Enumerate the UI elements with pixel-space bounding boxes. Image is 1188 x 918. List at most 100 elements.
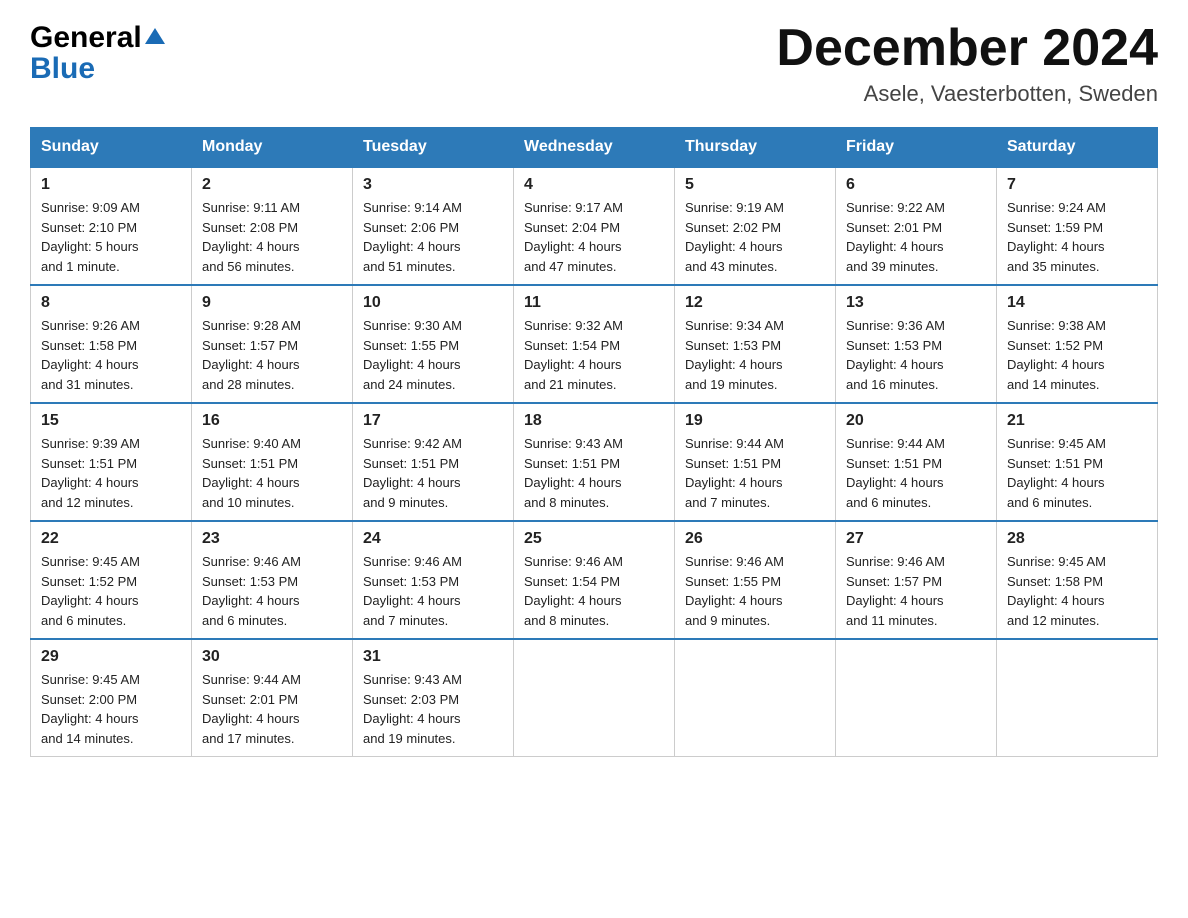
day-number: 5 xyxy=(685,176,825,194)
calendar-cell: 7 Sunrise: 9:24 AMSunset: 1:59 PMDaylight… xyxy=(997,167,1158,285)
col-header-thursday: Thursday xyxy=(675,128,836,168)
day-info: Sunrise: 9:09 AMSunset: 2:10 PMDaylight:… xyxy=(41,198,181,276)
day-info: Sunrise: 9:26 AMSunset: 1:58 PMDaylight:… xyxy=(41,316,181,394)
day-number: 6 xyxy=(846,176,986,194)
calendar-cell: 16 Sunrise: 9:40 AMSunset: 1:51 PMDayligh… xyxy=(192,403,353,521)
col-header-wednesday: Wednesday xyxy=(514,128,675,168)
col-header-monday: Monday xyxy=(192,128,353,168)
calendar-cell: 4 Sunrise: 9:17 AMSunset: 2:04 PMDaylight… xyxy=(514,167,675,285)
calendar-week-1: 1Sunrise: 9:09 AMSunset: 2:10 PMDaylight… xyxy=(31,167,1158,285)
day-number: 15 xyxy=(41,412,181,430)
calendar-cell: 28 Sunrise: 9:45 AMSunset: 1:58 PMDayligh… xyxy=(997,521,1158,639)
day-number: 19 xyxy=(685,412,825,430)
day-number: 10 xyxy=(363,294,503,312)
calendar-cell xyxy=(675,639,836,757)
col-header-sunday: Sunday xyxy=(31,128,192,168)
calendar-cell: 10Sunrise: 9:30 AMSunset: 1:55 PMDayligh… xyxy=(353,285,514,403)
calendar-cell: 22 Sunrise: 9:45 AMSunset: 1:52 PMDayligh… xyxy=(31,521,192,639)
calendar-cell: 8 Sunrise: 9:26 AMSunset: 1:58 PMDaylight… xyxy=(31,285,192,403)
day-number: 24 xyxy=(363,530,503,548)
day-info: Sunrise: 9:44 AMSunset: 1:51 PMDaylight:… xyxy=(685,434,825,512)
calendar-week-4: 22 Sunrise: 9:45 AMSunset: 1:52 PMDayligh… xyxy=(31,521,1158,639)
day-info: Sunrise: 9:14 AMSunset: 2:06 PMDaylight:… xyxy=(363,198,503,276)
day-info: Sunrise: 9:11 AMSunset: 2:08 PMDaylight:… xyxy=(202,198,342,276)
day-info: Sunrise: 9:43 AMSunset: 1:51 PMDaylight:… xyxy=(524,434,664,512)
calendar-cell: 29 Sunrise: 9:45 AMSunset: 2:00 PMDayligh… xyxy=(31,639,192,757)
logo-triangle-icon xyxy=(145,20,165,54)
header-row: SundayMondayTuesdayWednesdayThursdayFrid… xyxy=(31,128,1158,168)
calendar-cell: 3 Sunrise: 9:14 AMSunset: 2:06 PMDaylight… xyxy=(353,167,514,285)
calendar-cell: 1Sunrise: 9:09 AMSunset: 2:10 PMDaylight… xyxy=(31,167,192,285)
calendar-cell: 11 Sunrise: 9:32 AMSunset: 1:54 PMDayligh… xyxy=(514,285,675,403)
day-number: 3 xyxy=(363,176,503,194)
calendar-cell: 9Sunrise: 9:28 AMSunset: 1:57 PMDaylight… xyxy=(192,285,353,403)
day-number: 25 xyxy=(524,530,664,548)
logo: General Blue xyxy=(30,20,165,86)
logo-blue-text: Blue xyxy=(30,52,95,85)
calendar-cell: 30Sunrise: 9:44 AMSunset: 2:01 PMDayligh… xyxy=(192,639,353,757)
col-header-friday: Friday xyxy=(836,128,997,168)
day-number: 28 xyxy=(1007,530,1147,548)
day-info: Sunrise: 9:24 AMSunset: 1:59 PMDaylight:… xyxy=(1007,198,1147,276)
calendar-cell xyxy=(997,639,1158,757)
col-header-tuesday: Tuesday xyxy=(353,128,514,168)
calendar-cell: 14Sunrise: 9:38 AMSunset: 1:52 PMDayligh… xyxy=(997,285,1158,403)
day-info: Sunrise: 9:45 AMSunset: 1:58 PMDaylight:… xyxy=(1007,552,1147,630)
calendar-cell: 23Sunrise: 9:46 AMSunset: 1:53 PMDayligh… xyxy=(192,521,353,639)
calendar-cell: 2Sunrise: 9:11 AMSunset: 2:08 PMDaylight… xyxy=(192,167,353,285)
day-info: Sunrise: 9:46 AMSunset: 1:57 PMDaylight:… xyxy=(846,552,986,630)
day-number: 7 xyxy=(1007,176,1147,194)
logo-general-text: General xyxy=(30,21,142,55)
day-info: Sunrise: 9:44 AMSunset: 1:51 PMDaylight:… xyxy=(846,434,986,512)
day-number: 26 xyxy=(685,530,825,548)
day-info: Sunrise: 9:38 AMSunset: 1:52 PMDaylight:… xyxy=(1007,316,1147,394)
day-info: Sunrise: 9:34 AMSunset: 1:53 PMDaylight:… xyxy=(685,316,825,394)
calendar-cell: 18 Sunrise: 9:43 AMSunset: 1:51 PMDayligh… xyxy=(514,403,675,521)
day-info: Sunrise: 9:45 AMSunset: 1:52 PMDaylight:… xyxy=(41,552,181,630)
calendar-cell: 17Sunrise: 9:42 AMSunset: 1:51 PMDayligh… xyxy=(353,403,514,521)
calendar-week-3: 15 Sunrise: 9:39 AMSunset: 1:51 PMDayligh… xyxy=(31,403,1158,521)
calendar-cell xyxy=(514,639,675,757)
title-section: December 2024 Asele, Vaesterbotten, Swed… xyxy=(776,20,1158,107)
day-number: 22 xyxy=(41,530,181,548)
day-info: Sunrise: 9:39 AMSunset: 1:51 PMDaylight:… xyxy=(41,434,181,512)
calendar-week-5: 29 Sunrise: 9:45 AMSunset: 2:00 PMDayligh… xyxy=(31,639,1158,757)
calendar-cell: 15 Sunrise: 9:39 AMSunset: 1:51 PMDayligh… xyxy=(31,403,192,521)
day-number: 21 xyxy=(1007,412,1147,430)
day-info: Sunrise: 9:36 AMSunset: 1:53 PMDaylight:… xyxy=(846,316,986,394)
day-number: 13 xyxy=(846,294,986,312)
day-info: Sunrise: 9:32 AMSunset: 1:54 PMDaylight:… xyxy=(524,316,664,394)
day-number: 12 xyxy=(685,294,825,312)
day-info: Sunrise: 9:45 AMSunset: 2:00 PMDaylight:… xyxy=(41,670,181,748)
calendar-cell: 5 Sunrise: 9:19 AMSunset: 2:02 PMDaylight… xyxy=(675,167,836,285)
day-number: 16 xyxy=(202,412,342,430)
calendar-cell: 13 Sunrise: 9:36 AMSunset: 1:53 PMDayligh… xyxy=(836,285,997,403)
day-number: 8 xyxy=(41,294,181,312)
col-header-saturday: Saturday xyxy=(997,128,1158,168)
calendar-cell: 12 Sunrise: 9:34 AMSunset: 1:53 PMDayligh… xyxy=(675,285,836,403)
day-info: Sunrise: 9:17 AMSunset: 2:04 PMDaylight:… xyxy=(524,198,664,276)
day-number: 30 xyxy=(202,648,342,666)
page-header: General Blue December 2024 Asele, Vaeste… xyxy=(30,20,1158,107)
day-number: 18 xyxy=(524,412,664,430)
day-number: 11 xyxy=(524,294,664,312)
location-subtitle: Asele, Vaesterbotten, Sweden xyxy=(776,81,1158,107)
calendar-cell: 6 Sunrise: 9:22 AMSunset: 2:01 PMDaylight… xyxy=(836,167,997,285)
day-number: 29 xyxy=(41,648,181,666)
day-info: Sunrise: 9:40 AMSunset: 1:51 PMDaylight:… xyxy=(202,434,342,512)
calendar-table: SundayMondayTuesdayWednesdayThursdayFrid… xyxy=(30,127,1158,757)
calendar-cell: 26Sunrise: 9:46 AMSunset: 1:55 PMDayligh… xyxy=(675,521,836,639)
day-info: Sunrise: 9:46 AMSunset: 1:54 PMDaylight:… xyxy=(524,552,664,630)
calendar-cell: 19 Sunrise: 9:44 AMSunset: 1:51 PMDayligh… xyxy=(675,403,836,521)
day-info: Sunrise: 9:22 AMSunset: 2:01 PMDaylight:… xyxy=(846,198,986,276)
day-info: Sunrise: 9:28 AMSunset: 1:57 PMDaylight:… xyxy=(202,316,342,394)
calendar-cell: 21Sunrise: 9:45 AMSunset: 1:51 PMDayligh… xyxy=(997,403,1158,521)
day-info: Sunrise: 9:46 AMSunset: 1:53 PMDaylight:… xyxy=(202,552,342,630)
day-info: Sunrise: 9:19 AMSunset: 2:02 PMDaylight:… xyxy=(685,198,825,276)
day-info: Sunrise: 9:42 AMSunset: 1:51 PMDaylight:… xyxy=(363,434,503,512)
calendar-cell xyxy=(836,639,997,757)
month-title: December 2024 xyxy=(776,20,1158,77)
calendar-cell: 31Sunrise: 9:43 AMSunset: 2:03 PMDayligh… xyxy=(353,639,514,757)
day-number: 4 xyxy=(524,176,664,194)
day-info: Sunrise: 9:46 AMSunset: 1:53 PMDaylight:… xyxy=(363,552,503,630)
